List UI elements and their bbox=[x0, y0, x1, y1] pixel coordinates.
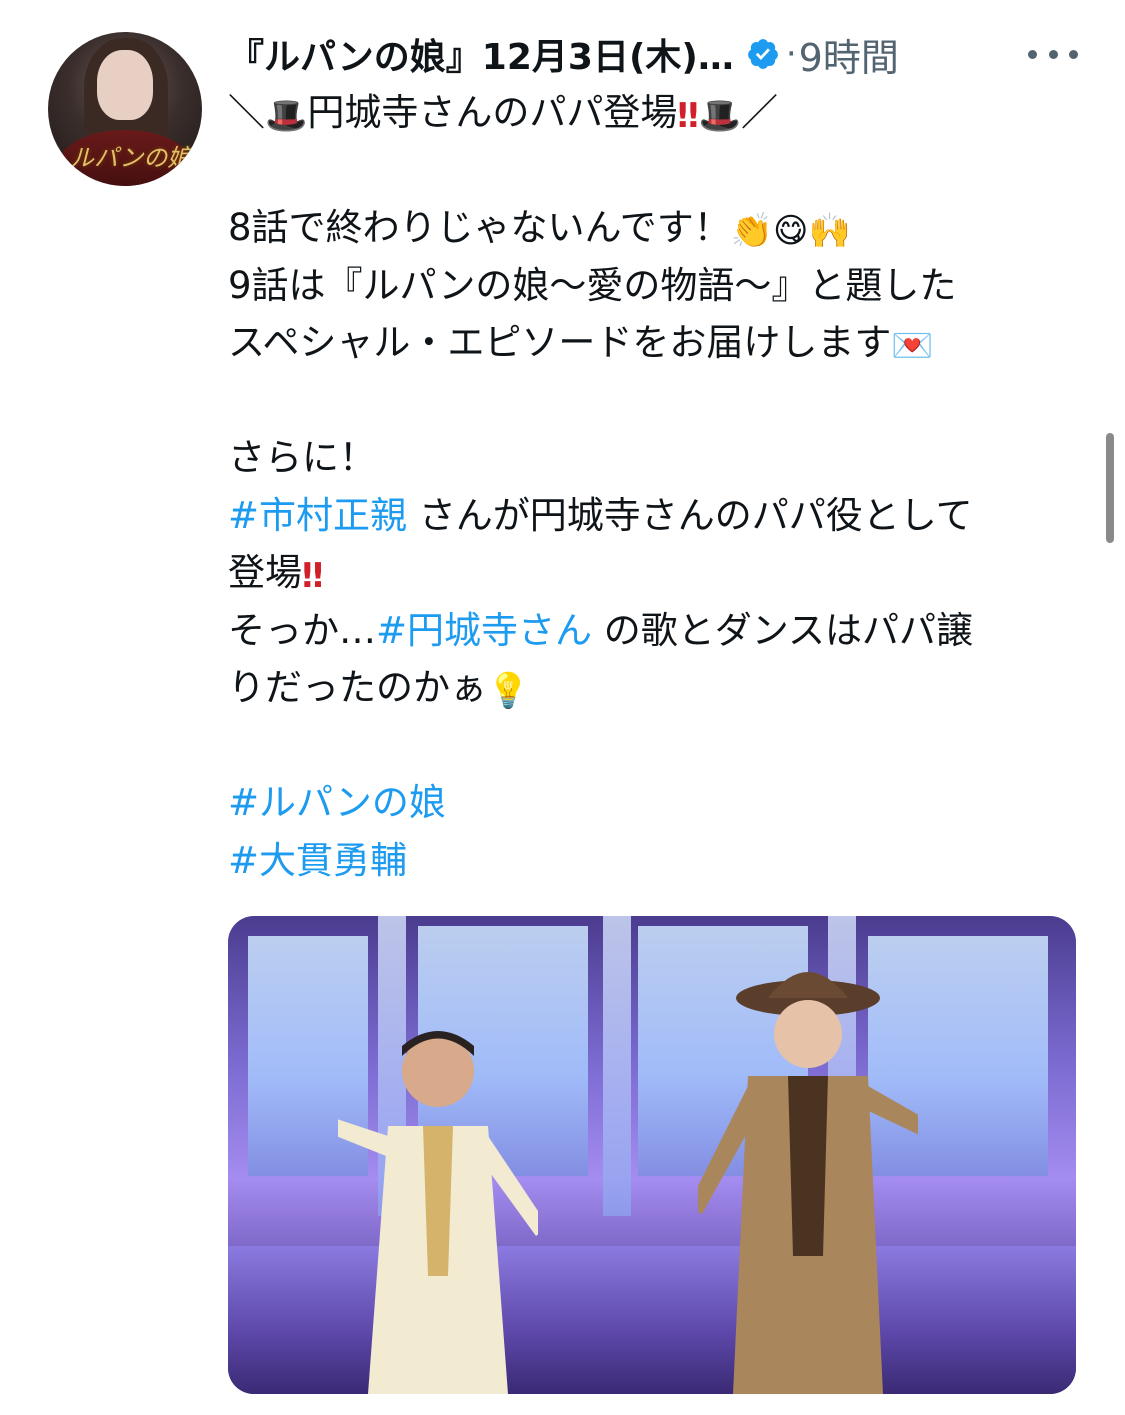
verified-badge-icon bbox=[747, 39, 778, 69]
raised-hands-icon: 🙌 bbox=[808, 211, 851, 251]
more-dot bbox=[1069, 49, 1078, 59]
top-hat-icon: 🎩 bbox=[698, 96, 742, 136]
more-options-icon[interactable] bbox=[1028, 34, 1078, 74]
tweet-line: 9話は『ルパンの娘〜愛の物語〜』と題した bbox=[228, 257, 1088, 315]
tweet-text-span: さんが円城寺さんのパパ役として bbox=[407, 493, 973, 537]
tweet-timestamp[interactable]: 9時間 bbox=[799, 27, 899, 82]
tweet-header: 『ルパンの娘』12月3日(木)… · 9時間 bbox=[228, 26, 1088, 82]
tweet-media-photo[interactable] bbox=[228, 916, 1076, 1394]
tweet-body: ＼🎩円城寺さんのパパ登場‼🎩／ 8話で終わりじゃないんです！👏😋🙌 9話は『ルパ… bbox=[228, 84, 1088, 889]
tweet-text-span: さらに！ bbox=[228, 436, 376, 479]
tweet-line: #ルパンの娘 bbox=[228, 774, 1088, 832]
more-dot bbox=[1048, 49, 1058, 59]
tweet-line: そっか…#円城寺さん の歌とダンスはパパ譲 bbox=[228, 602, 1088, 660]
tweet-text-span: 9話は『ルパンの娘〜愛の物語〜』と題した bbox=[228, 263, 957, 307]
tweet-line: りだったのかぁ💡 bbox=[228, 659, 1088, 717]
more-dot bbox=[1028, 49, 1037, 59]
avatar-face bbox=[97, 50, 153, 120]
tweet-line: スペシャル・エピソードをお届けします💌 bbox=[228, 314, 1088, 372]
background-pillar bbox=[603, 916, 631, 1216]
header-separator: · bbox=[785, 34, 797, 74]
tweet-line: 8話で終わりじゃないんです！👏😋🙌 bbox=[228, 199, 1088, 257]
performer-gold-suit bbox=[698, 972, 918, 1394]
tweet-line: #市村正親 さんが円城寺さんのパパ役として bbox=[228, 487, 1088, 545]
hashtag-link[interactable]: #大貫勇輔 bbox=[228, 839, 407, 882]
double-exclamation-icon: ‼ bbox=[677, 96, 699, 136]
clapping-hands-icon: 👏 bbox=[730, 211, 774, 251]
avatar-logo-text: ルパンの娘 bbox=[70, 144, 192, 172]
tweet-text-span: そっか… bbox=[228, 608, 376, 652]
backslash-mark: ＼ bbox=[228, 91, 265, 134]
hashtag-link[interactable]: #ルパンの娘 bbox=[228, 781, 446, 824]
author-display-name[interactable]: 『ルパンの娘』12月3日(木)… bbox=[228, 28, 734, 80]
tweet-line: 登場‼ bbox=[228, 544, 1088, 602]
tweet-line: さらに！ bbox=[228, 429, 1088, 487]
tweet-text-span: りだったのかぁ bbox=[228, 666, 487, 709]
hashtag-link[interactable]: #市村正親 bbox=[228, 494, 407, 537]
hashtag-link[interactable]: #円城寺さん bbox=[376, 609, 592, 652]
scrollbar-thumb[interactable] bbox=[1106, 433, 1114, 543]
tweet-text-span: 登場 bbox=[228, 551, 302, 594]
top-hat-icon: 🎩 bbox=[265, 96, 308, 136]
slash-mark: ／ bbox=[741, 91, 779, 134]
tweet-text-span: スペシャル・エピソードをお届けします bbox=[228, 321, 892, 364]
tweet-text-span: 8話で終わりじゃないんです！ bbox=[228, 206, 731, 249]
tweet-text-span: 円城寺さんのパパ登場 bbox=[307, 91, 678, 134]
double-exclamation-icon: ‼ bbox=[302, 556, 324, 596]
love-letter-icon: 💌 bbox=[891, 326, 934, 366]
tweet-text-span: の歌とダンスはパパ譲 bbox=[592, 608, 974, 652]
yum-face-icon: 😋 bbox=[773, 211, 809, 251]
tweet-line: #大貫勇輔 bbox=[228, 832, 1088, 890]
author-avatar[interactable]: ルパンの娘 bbox=[48, 32, 202, 186]
tweet-line: ＼🎩円城寺さんのパパ登場‼🎩／ bbox=[228, 84, 1088, 142]
light-bulb-icon: 💡 bbox=[487, 671, 530, 711]
performer-white-suit bbox=[338, 1031, 538, 1394]
